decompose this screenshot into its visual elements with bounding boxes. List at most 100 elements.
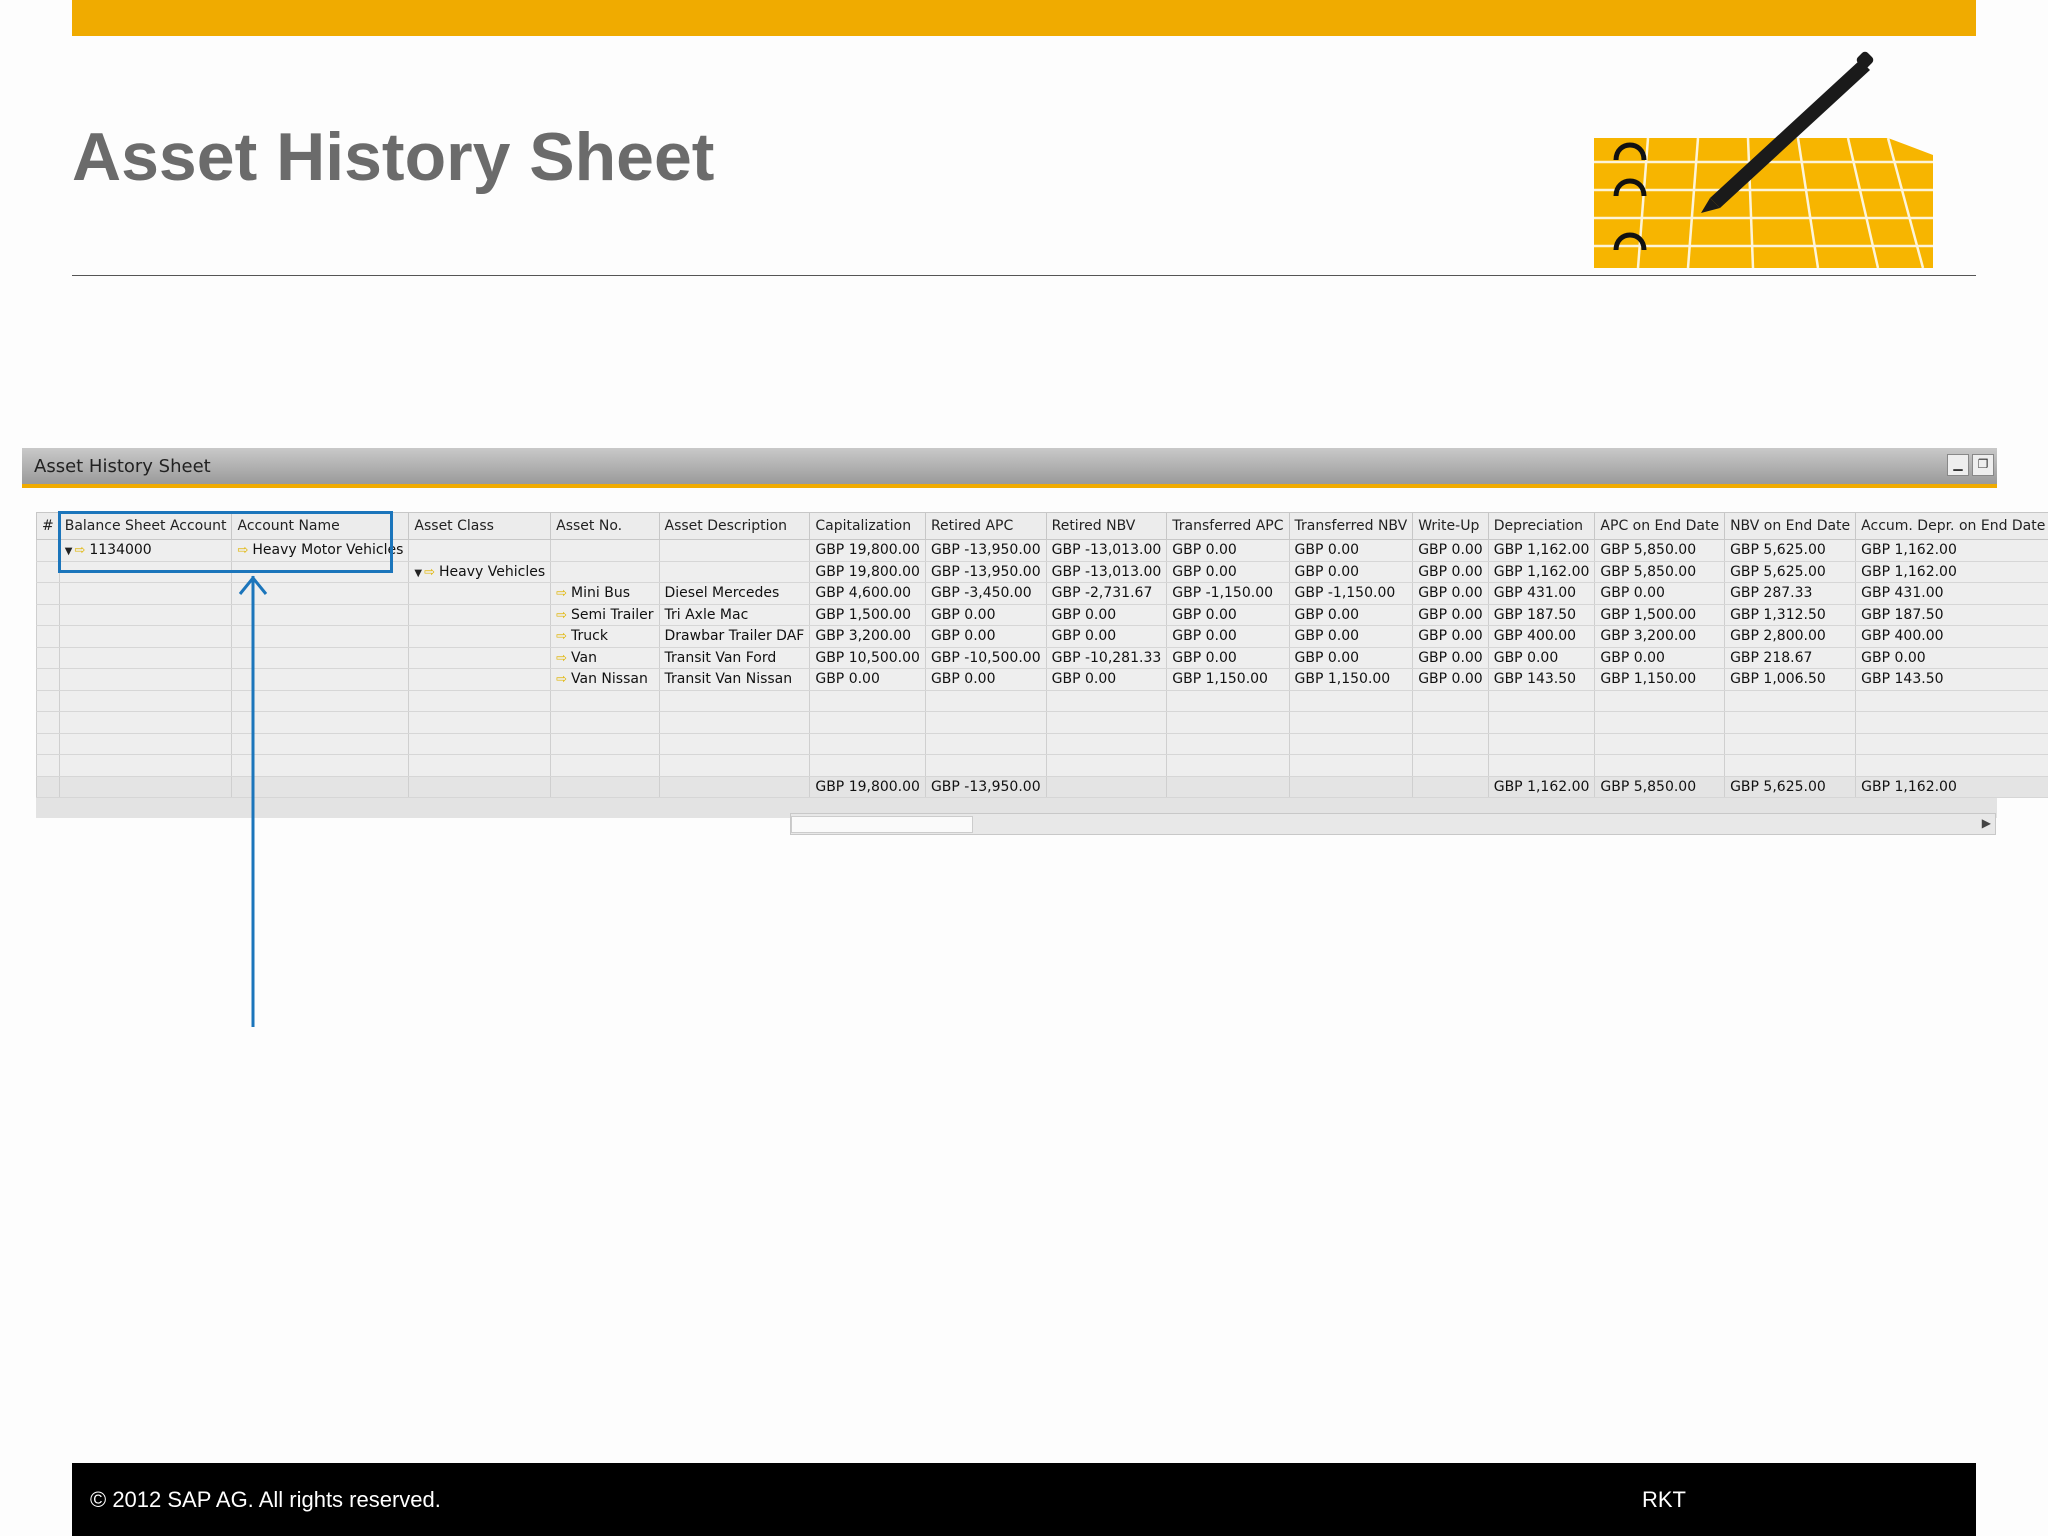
cell-value: Truck xyxy=(571,628,608,645)
table-cell: GBP 0.00 xyxy=(1412,561,1489,583)
cell-value: GBP 187.50 xyxy=(1861,606,1944,623)
cell-value: GBP 0.00 xyxy=(1418,563,1483,580)
table-cell: GBP 0.00 xyxy=(1166,539,1290,562)
table-cell: GBP 10,500.00 xyxy=(809,647,926,669)
column-header[interactable]: Transferred APC xyxy=(1166,512,1290,540)
table-row[interactable]: ⇨ Van Transit Van Ford GBP 10,500.00 GBP -10… xyxy=(36,647,2048,669)
column-header[interactable]: Transferred NBV xyxy=(1288,512,1414,540)
cell-value: GBP 0.00 xyxy=(1172,542,1237,559)
cell-value: GBP 143.50 xyxy=(1493,671,1577,688)
column-header[interactable]: Asset Class xyxy=(408,512,552,540)
column-header[interactable]: Capitalization xyxy=(809,512,926,540)
column-header[interactable]: # xyxy=(36,512,60,540)
link-arrow-icon[interactable]: ⇨ xyxy=(556,651,567,666)
table-cell: GBP 3,200.00 xyxy=(1594,625,1726,648)
empty-row xyxy=(36,754,2048,777)
cell-value: GBP 10,500.00 xyxy=(815,649,920,666)
cell-value: Van xyxy=(571,649,597,666)
column-header[interactable]: Write-Up xyxy=(1412,512,1489,540)
table-row[interactable]: ⇨ Van Nissan Transit Van Nissan GBP 0.00 GBP… xyxy=(36,668,2048,691)
link-arrow-icon[interactable]: ⇨ xyxy=(556,586,567,601)
table-cell: GBP 1,162.00 xyxy=(1855,539,2048,562)
table-cell xyxy=(58,647,233,669)
table-row[interactable]: ⇨ Semi Trailer Tri Axle Mac GBP 1,500.00 GBP… xyxy=(36,604,2048,626)
table-cell xyxy=(1412,690,1489,712)
column-header[interactable]: APC on End Date xyxy=(1594,512,1726,540)
empty-row xyxy=(36,733,2048,755)
table-cell: GBP 0.00 xyxy=(1412,539,1489,562)
column-header[interactable]: Retired NBV xyxy=(1045,512,1168,540)
total-cell xyxy=(36,776,60,798)
total-cell xyxy=(550,776,660,798)
table-cell: Drawbar Trailer DAF xyxy=(658,625,811,648)
cell-value: GBP 0.00 xyxy=(1418,585,1483,602)
table-cell xyxy=(658,690,811,712)
cell-value: Transit Van Ford xyxy=(664,649,777,666)
scroll-right-icon[interactable]: ▶ xyxy=(1982,816,1991,830)
cell-value: GBP 1,500.00 xyxy=(1600,606,1697,623)
table-cell: Tri Axle Mac xyxy=(658,604,811,626)
cell-value: GBP 0.00 xyxy=(1294,628,1360,645)
cell-value: GBP 0.00 xyxy=(1294,606,1360,623)
table-cell: ⇨ Semi Trailer xyxy=(550,604,660,626)
footer-copyright: © 2012 SAP AG. All rights reserved. xyxy=(90,1487,441,1512)
cell-value: GBP 1,162.00 xyxy=(1493,563,1590,580)
table-cell xyxy=(36,668,60,691)
footer-bar: © 2012 SAP AG. All rights reserved. RKT xyxy=(72,1463,1976,1536)
window-titlebar[interactable]: Asset History Sheet ▁ ❐ xyxy=(22,448,1997,488)
table-cell xyxy=(809,690,926,712)
footer-code: RKT xyxy=(1642,1487,1686,1512)
column-header[interactable]: Asset Description xyxy=(658,512,811,540)
column-header[interactable]: Asset No. xyxy=(550,512,660,540)
link-arrow-icon[interactable]: ⇨ xyxy=(556,629,567,644)
column-header[interactable]: Accum. Depr. on End Date xyxy=(1855,512,2048,540)
table-cell: Transit Van Nissan xyxy=(658,668,811,691)
window-title: Asset History Sheet xyxy=(34,456,211,477)
link-arrow-icon[interactable]: ⇨ xyxy=(556,672,567,687)
minimize-icon[interactable]: ▁ xyxy=(1947,454,1969,476)
cell-value: GBP 1,312.50 xyxy=(1730,606,1826,623)
table-row[interactable]: ⇨ Truck Drawbar Trailer DAF GBP 3,200.00 GBP… xyxy=(36,625,2048,648)
table-cell xyxy=(408,711,552,734)
total-cell: GBP 5,850.00 xyxy=(1594,776,1726,798)
cell-value: GBP 0.00 xyxy=(1418,542,1483,559)
table-cell xyxy=(658,733,811,755)
total-cell xyxy=(1412,776,1489,798)
table-cell: GBP 400.00 xyxy=(1855,625,2048,648)
table-cell: GBP 0.00 xyxy=(1412,647,1489,669)
table-cell xyxy=(1855,733,2048,755)
table-cell: GBP -10,500.00 xyxy=(924,647,1047,669)
table-cell: GBP 5,625.00 xyxy=(1724,561,1857,583)
table-cell xyxy=(924,711,1047,734)
table-cell: GBP 4,600.00 xyxy=(809,582,926,605)
table-cell xyxy=(924,754,1047,777)
cell-value: GBP -13,950.00 xyxy=(930,542,1041,559)
table-cell: GBP 0.00 xyxy=(1487,647,1596,669)
table-cell xyxy=(58,690,233,712)
table-cell xyxy=(1288,711,1414,734)
table-cell xyxy=(1594,754,1726,777)
table-cell: GBP 1,162.00 xyxy=(1487,561,1596,583)
restore-icon[interactable]: ❐ xyxy=(1972,454,1994,476)
expand-icon[interactable]: ▼ xyxy=(414,568,422,579)
table-cell: GBP -13,950.00 xyxy=(924,539,1047,562)
table-cell: GBP 143.50 xyxy=(1487,668,1596,691)
link-arrow-icon[interactable]: ⇨ xyxy=(556,608,567,623)
column-header[interactable]: Depreciation xyxy=(1487,512,1596,540)
cell-value: GBP -10,500.00 xyxy=(930,649,1041,666)
table-cell: GBP 187.50 xyxy=(1487,604,1596,626)
table-cell: GBP 2,800.00 xyxy=(1724,625,1857,648)
table-cell xyxy=(36,561,60,583)
table-cell: GBP 0.00 xyxy=(1412,582,1489,605)
scrollbar-thumb[interactable] xyxy=(791,816,973,833)
table-cell xyxy=(58,733,233,755)
cell-value: Semi Trailer xyxy=(571,606,654,623)
total-cell: GBP 1,162.00 xyxy=(1855,776,2048,798)
horizontal-scrollbar[interactable]: ▶ xyxy=(790,813,1996,835)
cell-value: GBP 0.00 xyxy=(1418,628,1483,645)
table-cell: GBP 0.00 xyxy=(1412,668,1489,691)
column-header[interactable]: Retired APC xyxy=(924,512,1047,540)
column-header[interactable]: NBV on End Date xyxy=(1724,512,1857,540)
link-arrow-icon[interactable]: ⇨ xyxy=(424,565,435,580)
table-row[interactable]: ⇨ Mini Bus Diesel Mercedes GBP 4,600.00 GBP … xyxy=(36,582,2048,605)
